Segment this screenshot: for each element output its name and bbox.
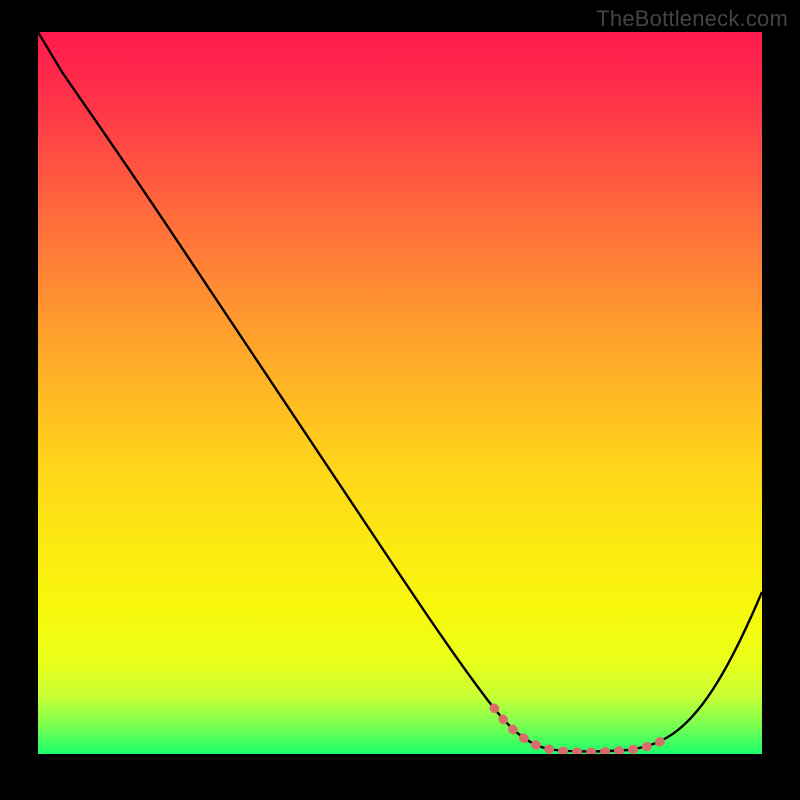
optimal-range-marker	[38, 32, 762, 754]
marker-path	[494, 708, 670, 752]
chart-plot-area	[38, 32, 762, 754]
watermark-text: TheBottleneck.com	[596, 6, 788, 32]
